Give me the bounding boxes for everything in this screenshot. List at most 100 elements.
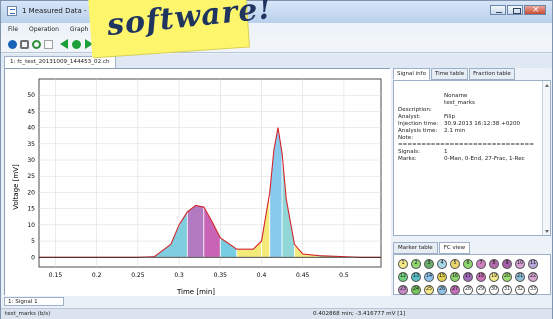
file-tab[interactable]: 1: fc_test_20131009_144453_02.ch — [4, 56, 116, 68]
x-tick-label: 0.35 — [214, 272, 228, 279]
fraction-circle[interactable]: 18 — [476, 272, 486, 282]
fraction-circle[interactable]: 28 — [463, 285, 473, 295]
x-tick-label: 0.25 — [131, 272, 145, 279]
x-axis-label: Time [min] — [176, 288, 215, 296]
info-signals-value: 1 — [444, 149, 448, 155]
y-tick-label: 10 — [27, 222, 35, 229]
menu-operation[interactable]: Operation — [29, 26, 59, 33]
info-analysis-key: Analysis time: — [398, 128, 438, 134]
crosshair-icon[interactable] — [32, 40, 41, 49]
chromatogram-chart: Voltage [mV] Time [min] 0 5 10 15 20 25 30 35 40… — [5, 69, 391, 296]
y-tick-label: 35 — [27, 141, 35, 148]
info-scrollbar[interactable] — [542, 81, 550, 235]
fraction-circle[interactable]: 1 — [398, 259, 408, 269]
fraction-circle[interactable]: 20 — [502, 272, 512, 282]
y-tick-label: 45 — [27, 108, 35, 115]
app-icon — [7, 6, 17, 16]
info-tabs: Signal info Time table Fraction table — [393, 68, 551, 80]
info-analysis-value: 2.1 min — [444, 128, 466, 134]
close-button[interactable] — [524, 5, 546, 15]
fraction-circle[interactable]: 12 — [398, 272, 408, 282]
fraction-circle[interactable]: 11 — [528, 259, 538, 269]
info-note-key: Note: — [398, 135, 414, 141]
status-left: test_marks (b/s) — [5, 311, 51, 317]
back-arrow-icon[interactable] — [60, 39, 68, 49]
menu-file[interactable]: File — [8, 26, 18, 33]
info-name-key — [398, 93, 444, 99]
y-tick-label: 20 — [27, 189, 35, 196]
info-analyst-row: Analyst: Filip — [398, 114, 455, 120]
tab-time-table[interactable]: Time table — [430, 68, 469, 80]
chart-panel: Voltage [mV] Time [min] 0 5 10 15 20 25 30 35 40… — [4, 68, 391, 296]
toolbar — [1, 35, 552, 53]
fraction-circle[interactable]: 23 — [398, 285, 408, 295]
info-icon[interactable] — [8, 40, 17, 49]
info-analysis-row: Analysis time: 2.1 min — [398, 128, 465, 134]
info-note-row: Note: — [398, 135, 444, 141]
fraction-circle[interactable]: 24 — [411, 285, 421, 295]
x-tick-label: 0.3 — [174, 272, 184, 279]
y-tick-label: 15 — [27, 206, 35, 213]
table-icon[interactable] — [44, 40, 53, 49]
fraction-circle[interactable]: 3 — [424, 259, 434, 269]
minimize-button[interactable] — [490, 5, 506, 15]
fraction-circle[interactable]: 13 — [411, 272, 421, 282]
signal-tab[interactable]: 1: Signal 1 — [4, 297, 64, 306]
y-tick-label: 50 — [27, 92, 35, 99]
info-injection-value: 30.9.2013 16:12:38 +0200 — [444, 121, 521, 127]
fraction-circle[interactable]: 21 — [515, 272, 525, 282]
fraction-band[interactable] — [186, 204, 205, 258]
y-axis-label: Voltage [mV] — [12, 164, 20, 210]
fraction-circle[interactable]: 2 — [411, 259, 421, 269]
info-marks-key: Marks: — [398, 156, 417, 162]
fraction-circle[interactable]: 31 — [502, 285, 512, 295]
info-marks-name-row: test_marks — [398, 100, 475, 106]
fraction-circle[interactable]: 14 — [424, 272, 434, 282]
status-bar: test_marks (b/s) 0.402868 min; -3.416777… — [1, 308, 552, 319]
fraction-circle[interactable]: 32 — [515, 285, 525, 295]
y-tick-label: 40 — [27, 125, 35, 132]
fraction-circle[interactable]: 30 — [489, 285, 499, 295]
signal-info-panel: Signal info Time table Fraction table No… — [393, 68, 551, 295]
window-controls — [490, 5, 546, 15]
y-tick-label: 5 — [31, 238, 35, 245]
signal-info-text: Noname test_marks Description: Analyst: F… — [393, 80, 551, 236]
fraction-circle[interactable]: 4 — [437, 259, 447, 269]
fraction-circle[interactable]: 9 — [502, 259, 512, 269]
tab-marker-table[interactable]: Marker table — [393, 242, 438, 254]
menu-graph[interactable]: Graph — [70, 26, 88, 33]
info-analyst-key: Analyst: — [398, 114, 421, 120]
x-tick-label: 0.4 — [257, 272, 267, 279]
fraction-circle[interactable]: 33 — [528, 285, 538, 295]
info-name-row: Noname — [398, 93, 467, 99]
x-tick-label: 0.2 — [92, 272, 102, 279]
fraction-circle[interactable]: 5 — [450, 259, 460, 269]
title-bar: 1 Measured Data - C:\_KINOVIC — [1, 1, 552, 23]
info-injection-key: Injection time: — [398, 121, 439, 127]
fraction-circle[interactable]: 25 — [424, 285, 434, 295]
fraction-circle[interactable]: 17 — [463, 272, 473, 282]
fraction-circle[interactable]: 27 — [450, 285, 460, 295]
fraction-circle[interactable]: 16 — [450, 272, 460, 282]
fraction-circle[interactable]: 29 — [476, 285, 486, 295]
fraction-circle[interactable]: 6 — [463, 259, 473, 269]
dot-icon[interactable] — [72, 40, 81, 49]
fraction-circle[interactable]: 10 — [515, 259, 525, 269]
fraction-circle[interactable]: 15 — [437, 272, 447, 282]
grid-icon[interactable] — [20, 40, 29, 49]
file-tabs: 1: fc_test_20131009_144453_02.ch — [1, 54, 552, 68]
tab-fraction-table[interactable]: Fraction table — [469, 68, 515, 80]
status-right: 0.402868 min; -3.416777 mV [1] — [313, 311, 406, 317]
fraction-circle[interactable]: 19 — [489, 272, 499, 282]
fraction-circle[interactable]: 7 — [476, 259, 486, 269]
maximize-button[interactable] — [507, 5, 523, 15]
info-analyst-value: Filip — [444, 114, 456, 120]
tab-signal-info[interactable]: Signal info — [393, 68, 430, 80]
fraction-circle[interactable]: 22 — [528, 272, 538, 282]
tab-fc-view[interactable]: FC view — [438, 242, 471, 254]
x-tick-label: 0.15 — [49, 272, 63, 279]
fraction-circle[interactable]: 8 — [489, 259, 499, 269]
fraction-circle[interactable]: 26 — [437, 285, 447, 295]
info-signals-row: Signals: 1 — [398, 149, 448, 155]
info-signals-key: Signals: — [398, 149, 420, 155]
